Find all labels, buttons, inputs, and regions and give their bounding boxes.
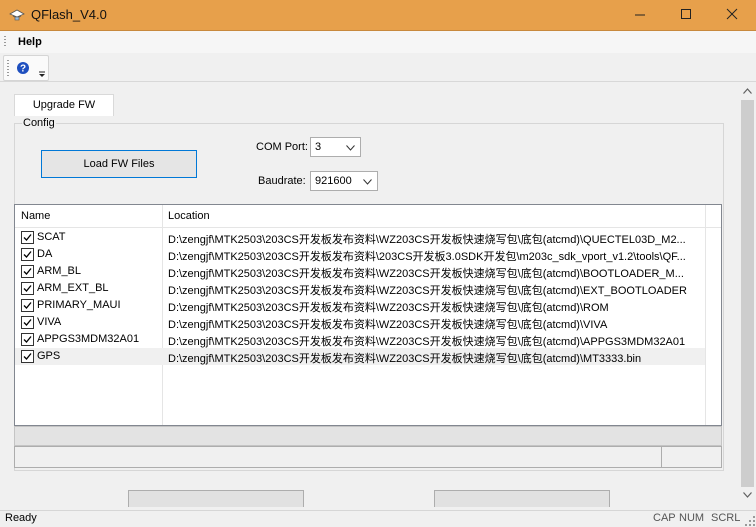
table-row[interactable]: VIVA D:\zengjf\MTK2503\203CS开发板发布资料\WZ20… <box>15 314 705 331</box>
check-icon <box>23 251 32 258</box>
check-icon <box>23 302 32 309</box>
row-name: ARM_BL <box>37 265 82 277</box>
minimize-button[interactable] <box>618 0 664 30</box>
row-name: DA <box>37 248 53 260</box>
row-location: D:\zengjf\MTK2503\203CS开发板发布资料\203CS开发板3… <box>168 251 686 263</box>
row-name: VIVA <box>37 316 62 328</box>
table-row[interactable]: GPS D:\zengjf\MTK2503\203CS开发板发布资料\WZ203… <box>15 348 705 365</box>
maximize-icon <box>681 9 691 19</box>
column-header-name[interactable]: Name <box>21 210 50 222</box>
chevron-down-icon <box>363 179 372 185</box>
row-checkbox[interactable] <box>21 282 34 295</box>
bottom-button-right[interactable] <box>434 490 610 507</box>
com-port-value: 3 <box>315 141 322 153</box>
row-location: D:\zengjf\MTK2503\203CS开发板发布资料\WZ203CS开发… <box>168 302 609 314</box>
row-name: GPS <box>37 350 61 362</box>
help-icon[interactable]: ? <box>16 61 30 75</box>
status-text: Ready <box>5 512 37 524</box>
toolbar: ? <box>0 53 756 82</box>
progress-bar <box>14 446 722 468</box>
check-icon <box>23 268 32 275</box>
scroll-up-icon[interactable] <box>743 88 752 94</box>
close-button[interactable] <box>710 0 756 30</box>
resize-grip-icon[interactable] <box>745 516 755 526</box>
baudrate-value: 921600 <box>315 175 352 187</box>
window-title: QFlash_V4.0 <box>31 7 107 22</box>
check-icon <box>23 336 32 343</box>
row-checkbox[interactable] <box>21 299 34 312</box>
status-bar: Ready CAP NUM SCRL <box>0 510 756 527</box>
main-panel: Upgrade FW Config Load FW Files COM Port… <box>0 82 739 510</box>
close-icon <box>726 8 738 20</box>
baudrate-select[interactable]: 921600 <box>310 171 378 191</box>
row-checkbox[interactable] <box>21 333 34 346</box>
menu-bar: Help <box>0 31 756 53</box>
progress-divider <box>661 447 662 467</box>
row-location: D:\zengjf\MTK2503\203CS开发板发布资料\WZ203CS开发… <box>168 336 686 348</box>
toolbar-band: ? <box>3 55 49 81</box>
vertical-scrollbar[interactable] <box>739 82 756 510</box>
row-name: APPGS3MDM32A01 <box>37 333 140 345</box>
baudrate-label: Baudrate: <box>258 175 306 187</box>
status-scrl: SCRL <box>711 512 741 524</box>
row-location: D:\zengjf\MTK2503\203CS开发板发布资料\WZ203CS开发… <box>168 319 608 331</box>
config-legend: Config <box>22 117 56 129</box>
chevron-down-icon[interactable] <box>38 70 46 78</box>
row-checkbox[interactable] <box>21 231 34 244</box>
table-row[interactable]: PRIMARY_MAUI D:\zengjf\MTK2503\203CS开发板发… <box>15 297 705 314</box>
status-num: NUM <box>679 512 705 524</box>
bottom-button-left[interactable] <box>128 490 304 507</box>
fw-file-list[interactable]: Name Location SCAT D:\zengjf\MTK2503\203… <box>14 204 722 426</box>
menu-grip[interactable] <box>4 36 6 48</box>
load-fw-files-button[interactable]: Load FW Files <box>41 150 197 178</box>
row-checkbox[interactable] <box>21 316 34 329</box>
tab-upgrade-fw[interactable]: Upgrade FW <box>14 94 114 116</box>
toolbar-grip[interactable] <box>7 60 9 76</box>
status-cap: CAP <box>653 512 676 524</box>
list-footer-strip <box>14 426 722 446</box>
row-checkbox[interactable] <box>21 350 34 363</box>
row-location: D:\zengjf\MTK2503\203CS开发板发布资料\WZ203CS开发… <box>168 268 684 280</box>
row-name: SCAT <box>37 231 66 243</box>
scrollbar-thumb[interactable] <box>741 100 754 487</box>
menu-help[interactable]: Help <box>18 36 42 48</box>
com-port-label: COM Port: <box>256 141 308 153</box>
row-location: D:\zengjf\MTK2503\203CS开发板发布资料\WZ203CS开发… <box>168 234 686 246</box>
com-port-select[interactable]: 3 <box>310 137 361 157</box>
check-icon <box>23 319 32 326</box>
scroll-down-icon[interactable] <box>743 492 752 498</box>
row-location: D:\zengjf\MTK2503\203CS开发板发布资料\WZ203CS开发… <box>168 285 687 297</box>
table-row[interactable]: APPGS3MDM32A01 D:\zengjf\MTK2503\203CS开发… <box>15 331 705 348</box>
row-location: D:\zengjf\MTK2503\203CS开发板发布资料\WZ203CS开发… <box>168 353 642 365</box>
maximize-button[interactable] <box>664 0 710 30</box>
minimize-icon <box>635 14 645 16</box>
check-icon <box>23 353 32 360</box>
row-name: PRIMARY_MAUI <box>37 299 121 311</box>
check-icon <box>23 234 32 241</box>
row-checkbox[interactable] <box>21 248 34 261</box>
check-icon <box>23 285 32 292</box>
title-bar[interactable]: QFlash_V4.0 <box>0 0 756 31</box>
column-header-location[interactable]: Location <box>168 210 210 222</box>
chevron-down-icon <box>346 145 355 151</box>
app-icon <box>9 9 25 21</box>
column-divider <box>705 205 706 425</box>
table-row[interactable]: ARM_EXT_BL D:\zengjf\MTK2503\203CS开发板发布资… <box>15 280 705 297</box>
table-row[interactable]: SCAT D:\zengjf\MTK2503\203CS开发板发布资料\WZ20… <box>15 229 705 246</box>
list-header: Name Location <box>15 205 721 228</box>
row-name: ARM_EXT_BL <box>37 282 109 294</box>
table-row[interactable]: DA D:\zengjf\MTK2503\203CS开发板发布资料\203CS开… <box>15 246 705 263</box>
svg-text:?: ? <box>20 64 26 75</box>
table-row[interactable]: ARM_BL D:\zengjf\MTK2503\203CS开发板发布资料\WZ… <box>15 263 705 280</box>
row-checkbox[interactable] <box>21 265 34 278</box>
